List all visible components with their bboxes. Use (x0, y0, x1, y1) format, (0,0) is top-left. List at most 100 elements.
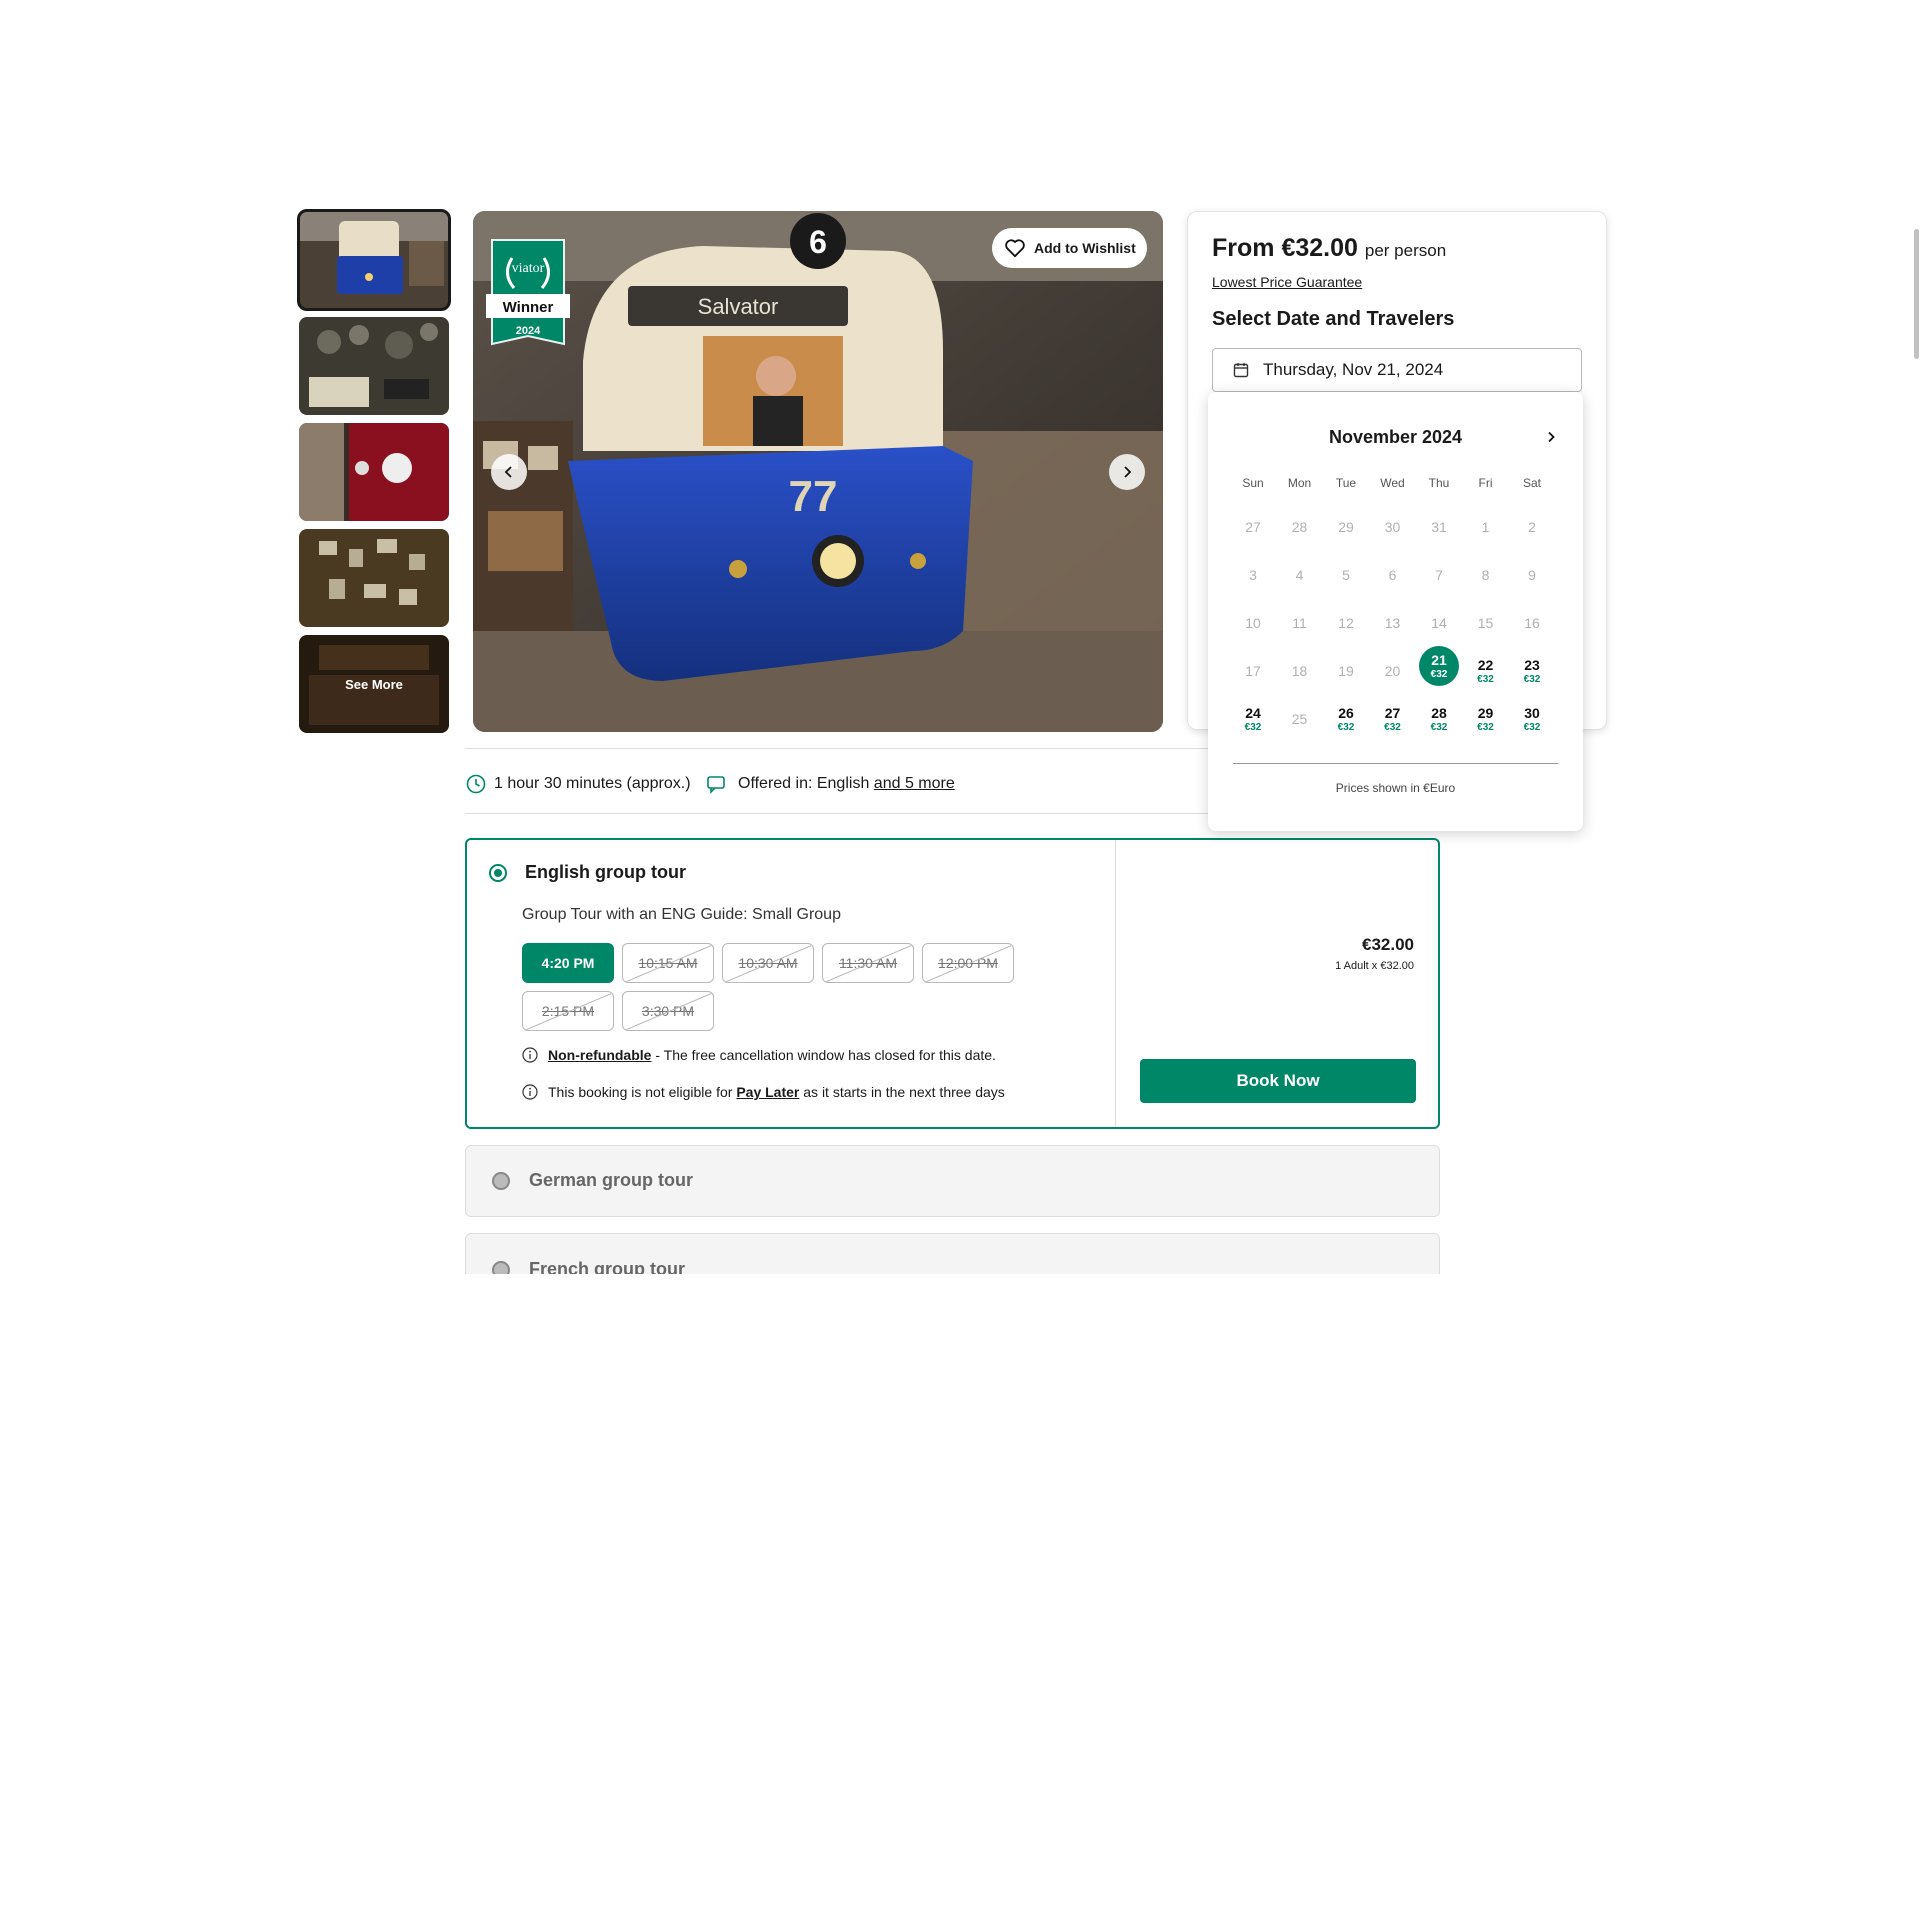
calendar-day-number: 28 (1431, 705, 1447, 721)
time-slot-selected[interactable]: 4:20 PM (522, 943, 614, 983)
pay-later-link[interactable]: Pay Later (736, 1084, 799, 1100)
time-slot-unavailable: 11:30 AM (822, 943, 914, 983)
calendar-day[interactable]: 26 €32 (1326, 704, 1366, 744)
calendar-day: 9 (1512, 566, 1552, 606)
hero-next-button[interactable] (1109, 454, 1145, 490)
non-refundable-link[interactable]: Non-refundable (548, 1047, 651, 1063)
tram-thumbnail-image (299, 211, 449, 309)
more-languages-link[interactable]: and 5 more (874, 775, 955, 793)
time-slot-unavailable: 3:30 PM (622, 991, 714, 1031)
scrollbar-thumb[interactable] (1914, 229, 1919, 359)
badge-brand: viator (512, 261, 545, 276)
duration-info: 1 hour 30 minutes (approx.) (466, 774, 691, 794)
refund-note: Non-refundable - The free cancellation w… (522, 1047, 996, 1063)
tram-destination: Salvator (698, 294, 779, 319)
calendar-day-number: 3 (1249, 567, 1257, 583)
time-slot-unavailable: 10:15 AM (622, 943, 714, 983)
price-per-person: per person (1364, 241, 1447, 260)
calendar-day: 4 (1280, 566, 1320, 606)
pay-later-after: as it starts in the next three days (799, 1084, 1005, 1100)
gallery-see-more[interactable]: See More (299, 635, 449, 733)
calendar-popup: November 2024 Sun Mon Tue Wed Thu Fri Sat 27 28 2… (1208, 392, 1583, 831)
tram-route-number: 6 (809, 224, 827, 260)
chevron-left-icon (504, 466, 512, 478)
calendar-day: 10 (1233, 614, 1273, 654)
calendar-day-number: 27 (1384, 705, 1401, 721)
price-from: From €32.00 per person (1212, 234, 1446, 263)
tour-option-french[interactable]: French group tour (465, 1233, 1440, 1279)
option-radio-selected[interactable] (489, 864, 507, 882)
calendar-day-price: €32 (1384, 722, 1401, 733)
gallery-thumbnail[interactable] (299, 529, 449, 627)
calendar-next-month-button[interactable] (1538, 424, 1564, 450)
award-badge: viator Winner 2024 (482, 236, 574, 348)
lowest-price-guarantee-link[interactable]: Lowest Price Guarantee (1212, 274, 1362, 290)
calendar-day: 7 (1419, 566, 1459, 606)
calendar-day: 30 (1373, 518, 1413, 558)
calendar-day[interactable]: 22 €32 (1466, 656, 1506, 696)
strikethrough-line (723, 944, 813, 982)
calendar-weekday: Fri (1478, 476, 1493, 490)
calendar-day[interactable]: 24 €32 (1233, 704, 1273, 744)
calendar-day-price: €32 (1430, 669, 1448, 680)
page-cutoff (0, 1274, 1910, 1906)
strikethrough-line (823, 944, 913, 982)
calendar-day: 17 (1233, 662, 1273, 702)
calendar-day-number: 18 (1291, 663, 1308, 679)
banner-room-thumbnail-image (299, 423, 449, 521)
info-icon (522, 1047, 538, 1063)
calendar-day: 12 (1326, 614, 1366, 654)
duration-text: 1 hour 30 minutes (approx.) (494, 775, 691, 792)
book-now-button[interactable]: Book Now (1140, 1059, 1416, 1103)
time-slot-unavailable: 10:30 AM (722, 943, 814, 983)
tour-option-german[interactable]: German group tour (465, 1145, 1440, 1217)
calendar-day-number: 25 (1291, 711, 1308, 727)
calendar-day: 20 (1373, 662, 1413, 702)
info-icon (522, 1084, 538, 1100)
hero-prev-button[interactable] (491, 454, 527, 490)
calendar-month-label: November 2024 (1328, 427, 1463, 447)
calendar-day[interactable]: 27 €32 (1373, 704, 1413, 744)
calendar-day: 3 (1233, 566, 1273, 606)
chevron-right-icon (1548, 431, 1555, 443)
calendar-day-number: 29 (1477, 705, 1494, 721)
hero-image: Salvator 6 77 viator Winner 2024 Add to … (473, 211, 1163, 732)
calendar-day: 27 (1233, 518, 1273, 558)
calendar-day[interactable]: 30 €32 (1512, 704, 1552, 744)
calendar-day: 2 (1512, 518, 1552, 558)
gallery-thumbnail[interactable] (299, 317, 449, 415)
calendar-day-selected[interactable]: 21 €32 (1419, 646, 1459, 686)
calendar-day-number: 27 (1245, 519, 1261, 535)
gallery-thumbnail[interactable] (297, 209, 451, 311)
price-from-value: From €32.00 (1212, 234, 1358, 262)
calendar-day-number: 7 (1435, 567, 1443, 583)
option-title: German group tour (529, 1170, 694, 1190)
calendar-day: 31 (1419, 518, 1459, 558)
add-to-wishlist-button[interactable]: Add to Wishlist (992, 228, 1147, 268)
refund-text: - The free cancellation window has close… (651, 1047, 996, 1063)
calendar-day[interactable]: 23 €32 (1512, 656, 1552, 696)
calendar-day: 18 (1280, 662, 1320, 702)
calendar-day-number: 29 (1338, 519, 1354, 535)
calendar-day-price: €32 (1477, 722, 1494, 733)
date-value: Thursday, Nov 21, 2024 (1263, 360, 1444, 379)
option-radio[interactable] (492, 1172, 510, 1190)
calendar-day-price: €32 (1244, 722, 1262, 733)
calendar-day-number: 20 (1384, 663, 1401, 679)
calendar-day-number: 16 (1524, 615, 1540, 631)
option-title: English group tour (525, 862, 686, 882)
calendar-day-number: 10 (1245, 615, 1261, 631)
strikethrough-line (623, 944, 713, 982)
languages-info: Offered in: English and 5 more (706, 774, 955, 794)
photo-wall-thumbnail-image (299, 529, 449, 627)
chevron-right-icon (1124, 466, 1132, 478)
date-picker-field[interactable]: Thursday, Nov 21, 2024 (1212, 348, 1582, 392)
calendar-day: 19 (1326, 662, 1366, 702)
tour-option-english[interactable]: English group tour Group Tour with an EN… (465, 838, 1440, 1129)
calendar-currency-note: Prices shown in €Euro (1335, 781, 1456, 795)
page-scrollbar[interactable] (1912, 195, 1920, 1275)
calendar-day[interactable]: 28 €32 (1419, 704, 1459, 744)
calendar-weekday: Tue (1335, 476, 1357, 490)
gallery-thumbnail[interactable] (299, 423, 449, 521)
calendar-day[interactable]: 29 €32 (1466, 704, 1506, 744)
